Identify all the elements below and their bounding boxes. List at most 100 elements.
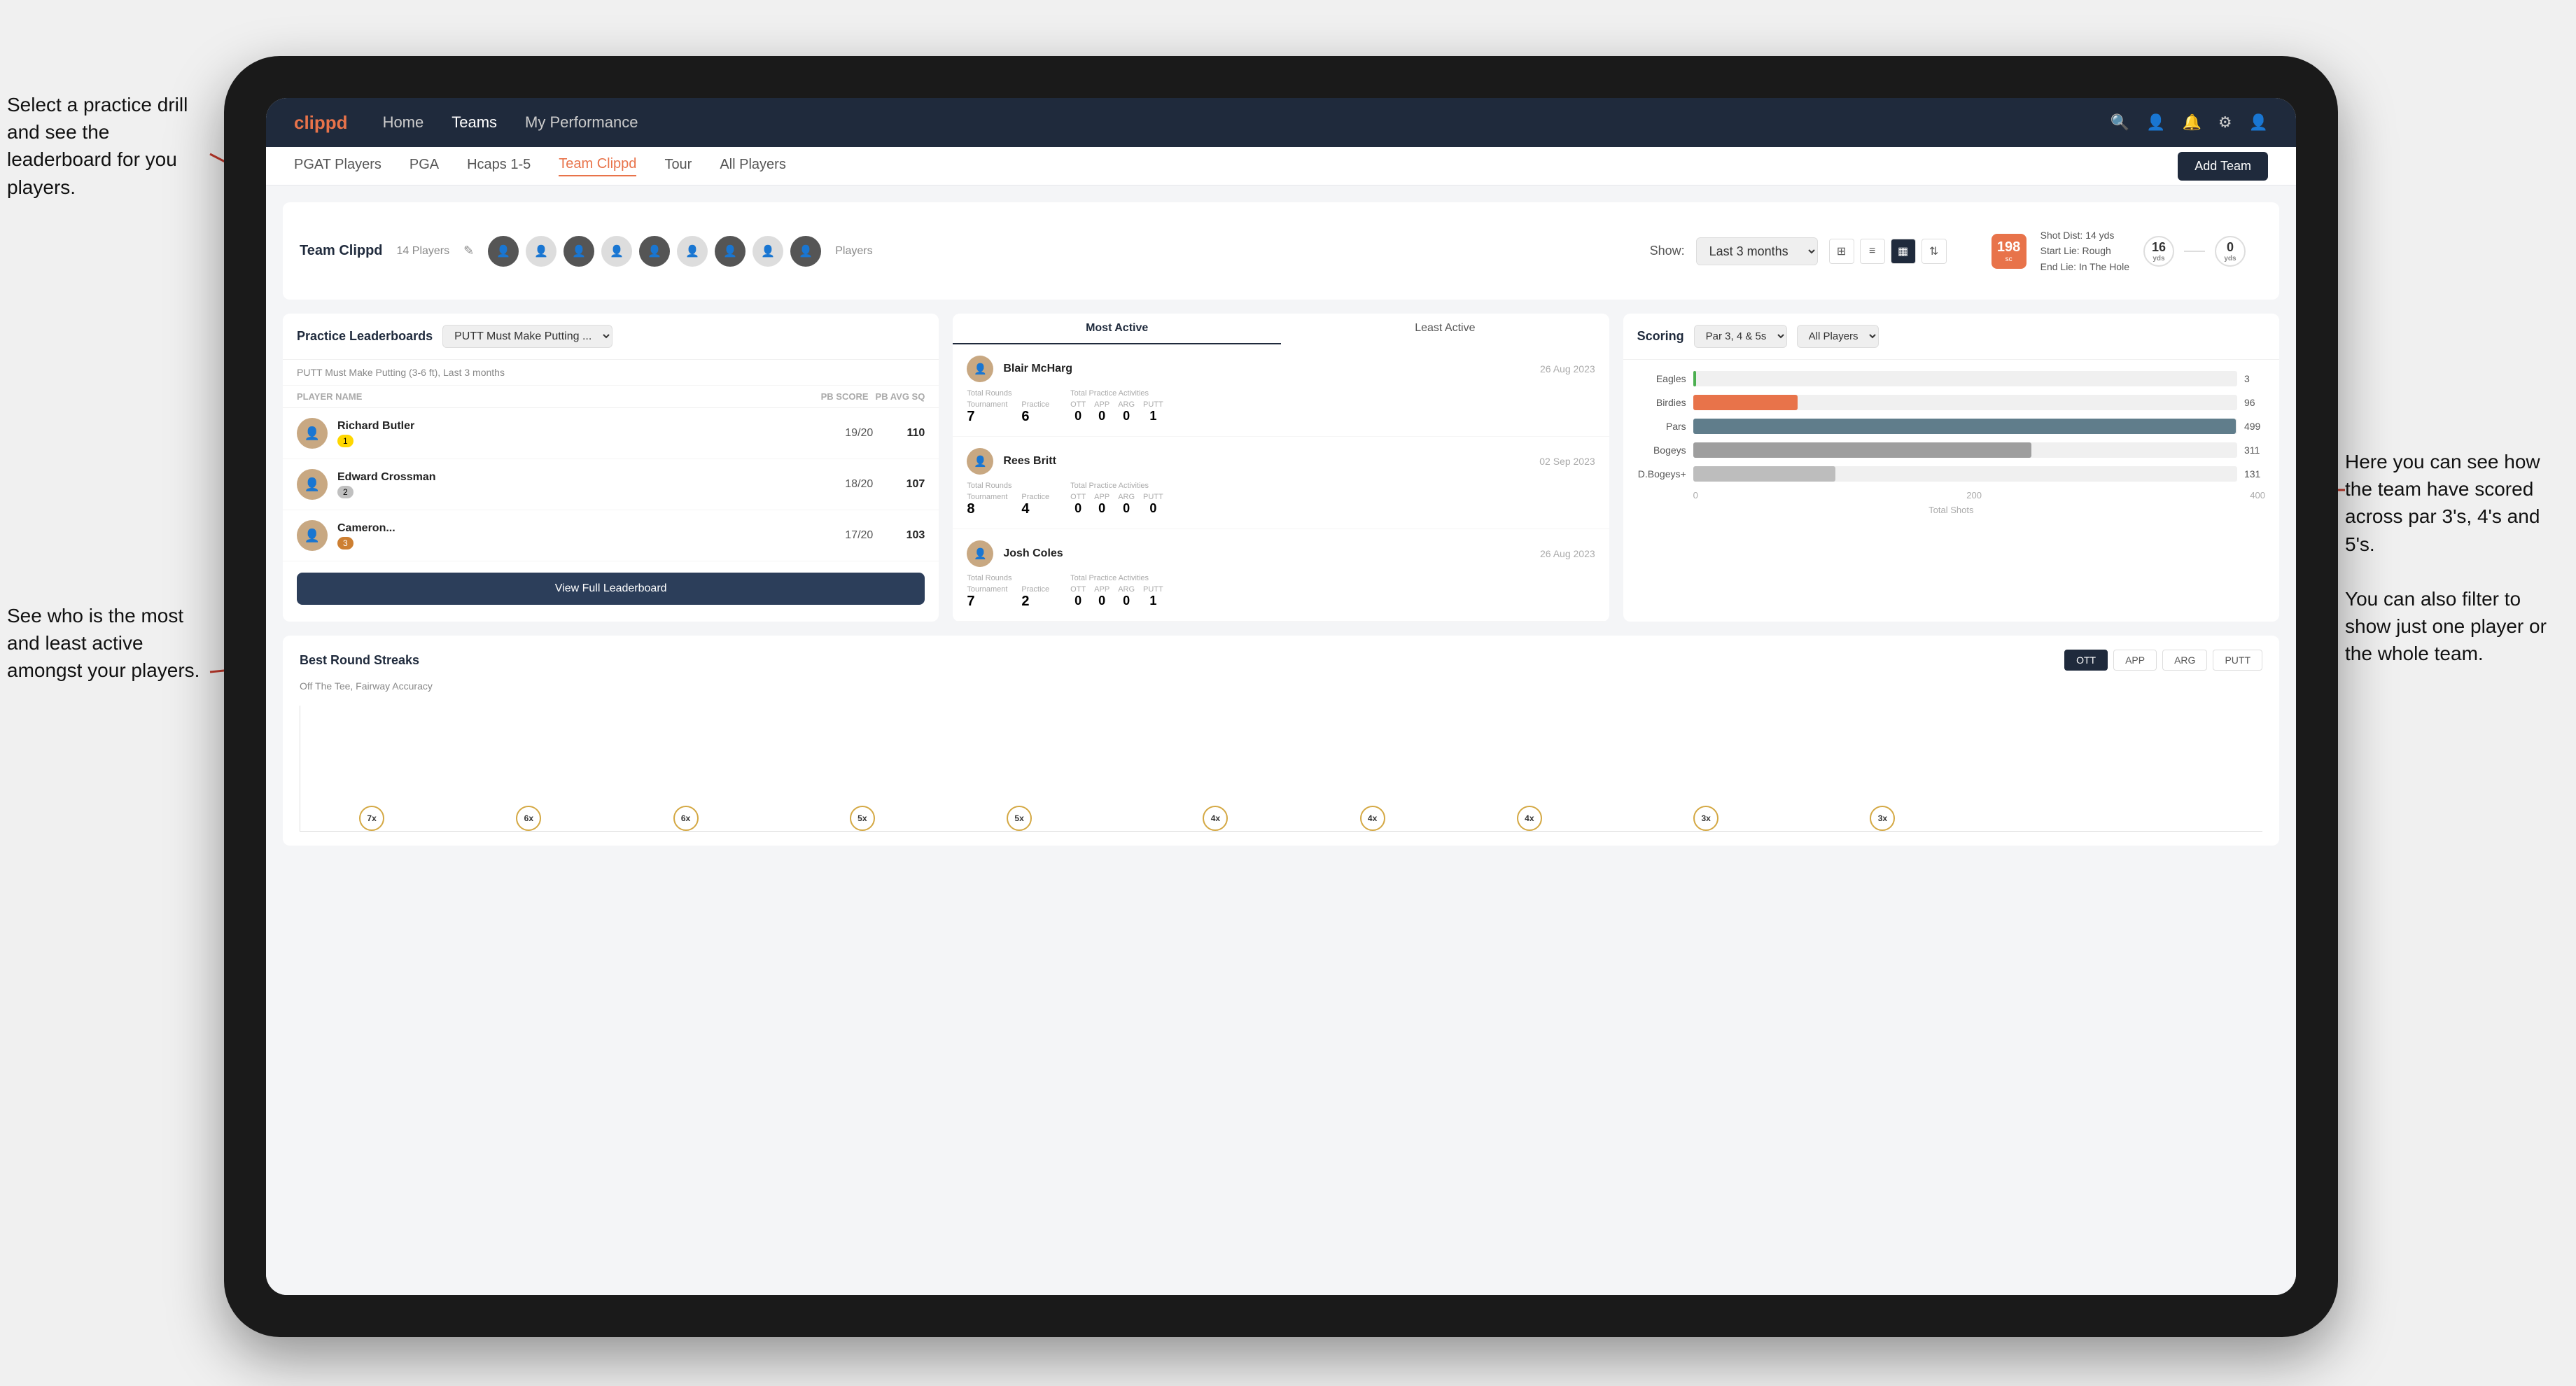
pa-stats-2: Total Rounds Tournament 8 Practice 4 <box>967 482 1595 517</box>
lb-avatar-2: 👤 <box>297 469 328 500</box>
pa-activities-1: Total Practice Activities OTT 0 APP 0 <box>1070 389 1163 425</box>
card-view-button[interactable]: ▦ <box>1891 239 1916 264</box>
shot-info: Shot Dist: 14 yds Start Lie: Rough End L… <box>2040 227 2129 274</box>
ipad-screen: clippd Home Teams My Performance 🔍 👤 🔔 ⚙… <box>266 98 2296 1295</box>
drill-select[interactable]: PUTT Must Make Putting ... <box>442 325 612 348</box>
subnav-hcaps[interactable]: Hcaps 1-5 <box>467 157 531 176</box>
bar-fill-bogeys <box>1693 442 2031 458</box>
pa-tournament-label-1: Tournament <box>967 400 1007 409</box>
sort-button[interactable]: ⇅ <box>1921 239 1947 264</box>
bar-fill-birdies <box>1693 395 1798 410</box>
list-view-button[interactable]: ≡ <box>1860 239 1885 264</box>
pa-total-rounds-3: Total Rounds Tournament 7 Practice 2 <box>967 574 1049 610</box>
filter-app[interactable]: APP <box>2113 650 2157 671</box>
shot-circle-1: 16 yds <box>2143 236 2174 267</box>
search-icon[interactable]: 🔍 <box>2110 113 2129 132</box>
profile-icon[interactable]: 👤 <box>2249 113 2268 132</box>
streak-bubble-3: 6x <box>673 806 699 831</box>
filter-ott[interactable]: OTT <box>2064 650 2108 671</box>
view-full-leaderboard-button[interactable]: View Full Leaderboard <box>297 573 925 605</box>
subnav-pgat[interactable]: PGAT Players <box>294 157 382 176</box>
lb-player-name-3: Cameron... <box>337 522 821 535</box>
bar-track-bogeys <box>1693 442 2237 458</box>
add-team-button[interactable]: Add Team <box>2178 152 2268 181</box>
nav-teams[interactable]: Teams <box>451 113 497 132</box>
streak-bubble-7: 4x <box>1360 806 1385 831</box>
tab-least-active[interactable]: Least Active <box>1281 314 1609 344</box>
streaks-title: Best Round Streaks <box>300 653 419 668</box>
x-label-0: 0 <box>1693 490 1698 500</box>
activity-player-1: 👤 Blair McHarg 26 Aug 2023 Total Rounds … <box>953 344 1609 437</box>
filter-arg[interactable]: ARG <box>2162 650 2207 671</box>
bar-label-birdies: Birdies <box>1637 397 1686 408</box>
pa-stats-1: Total Rounds Tournament 7 Practice 6 <box>967 389 1595 425</box>
avatar-9: 👤 <box>790 236 821 267</box>
bar-value-eagles: 3 <box>2244 373 2265 384</box>
edit-icon[interactable]: ✎ <box>463 244 474 258</box>
show-select[interactable]: Last 3 months Last 6 months Last 12 mont… <box>1696 237 1818 265</box>
lb-badge-bronze: 3 <box>337 537 354 550</box>
subnav-tour[interactable]: Tour <box>664 157 692 176</box>
pa-total-rounds-2: Total Rounds Tournament 8 Practice 4 <box>967 482 1049 517</box>
tab-most-active[interactable]: Most Active <box>953 314 1281 344</box>
pa-practice-val-1: 6 <box>1021 409 1049 425</box>
bell-icon[interactable]: 🔔 <box>2182 113 2201 132</box>
subnav-all-players[interactable]: All Players <box>720 157 785 176</box>
user-icon[interactable]: 👤 <box>2146 113 2165 132</box>
shot-connector <box>2184 251 2205 252</box>
bar-pars: Pars 499 <box>1637 419 2265 434</box>
pa-top-1: 👤 Blair McHarg 26 Aug 2023 <box>967 356 1595 382</box>
pa-name-1: Blair McHarg <box>1003 363 1530 375</box>
x-label-200: 200 <box>1966 490 1982 500</box>
team-count: 14 Players <box>397 245 450 258</box>
nav-my-performance[interactable]: My Performance <box>525 113 638 132</box>
shot-badge: 198 sc <box>1991 234 2026 269</box>
bar-track-pars <box>1693 419 2237 434</box>
scoring-title: Scoring <box>1637 329 1684 344</box>
lb-score-3: 17/20 <box>831 529 873 542</box>
avatar-3: 👤 <box>564 236 594 267</box>
pa-stats-3: Total Rounds Tournament 7 Practice 2 <box>967 574 1595 610</box>
bar-track-birdies <box>1693 395 2237 410</box>
annotation-right: Here you can see how the team have score… <box>2345 448 2569 668</box>
bar-track-eagles <box>1693 371 2237 386</box>
streak-point-3: 6x <box>673 806 699 831</box>
bar-label-doubles: D.Bogeys+ <box>1637 468 1686 479</box>
lb-player-info-1: Richard Butler 1 <box>337 420 821 447</box>
grid-view-button[interactable]: ⊞ <box>1829 239 1854 264</box>
filter-putt[interactable]: PUTT <box>2213 650 2262 671</box>
col-pb-score: PB SCORE <box>821 391 869 402</box>
lb-avg-1: 110 <box>883 427 925 440</box>
streak-point-2: 6x <box>516 806 541 831</box>
streak-bubble-9: 3x <box>1693 806 1718 831</box>
show-label: Show: <box>1650 244 1685 258</box>
subnav-team-clippd[interactable]: Team Clippd <box>559 156 636 176</box>
avatar-4: 👤 <box>601 236 632 267</box>
streak-bubble-2: 6x <box>516 806 541 831</box>
team-name: Team Clippd <box>300 243 383 259</box>
chart-x-axis: 0 200 400 <box>1637 490 2265 500</box>
streaks-chart: 7x 6x 6x 5x <box>300 706 2262 832</box>
pa-top-2: 👤 Rees Britt 02 Sep 2023 <box>967 448 1595 475</box>
scoring-filter-2[interactable]: All Players <box>1797 325 1879 348</box>
streak-point-1: 7x <box>359 806 384 831</box>
scoring-filter-1[interactable]: Par 3, 4 & 5s <box>1694 325 1787 348</box>
avatar-2: 👤 <box>526 236 556 267</box>
pa-total-rounds-1: Total Rounds Tournament 7 Practice 6 <box>967 389 1049 425</box>
bar-fill-eagles <box>1693 371 1697 386</box>
pa-activities-2: Total Practice Activities OTT0 APP0 ARG0… <box>1070 482 1163 517</box>
col-player-name: PLAYER NAME <box>297 391 814 402</box>
pa-activities-3: Total Practice Activities OTT0 APP0 ARG0… <box>1070 574 1163 610</box>
leaderboard-header: Practice Leaderboards PUTT Must Make Put… <box>283 314 939 360</box>
avatar-8: 👤 <box>752 236 783 267</box>
settings-icon[interactable]: ⚙ <box>2218 113 2232 132</box>
shot-circles: 16 yds 0 yds <box>2143 236 2246 267</box>
lb-avatar-3: 👤 <box>297 520 328 551</box>
team-header: Team Clippd 14 Players ✎ 👤 👤 👤 👤 👤 👤 👤 👤… <box>283 202 2279 300</box>
pa-tournament-val-1: 7 <box>967 409 1007 425</box>
top-nav: clippd Home Teams My Performance 🔍 👤 🔔 ⚙… <box>266 98 2296 147</box>
avatar-1: 👤 <box>488 236 519 267</box>
subnav-pga[interactable]: PGA <box>410 157 439 176</box>
pa-avatar-3: 👤 <box>967 540 993 567</box>
nav-home[interactable]: Home <box>383 113 424 132</box>
